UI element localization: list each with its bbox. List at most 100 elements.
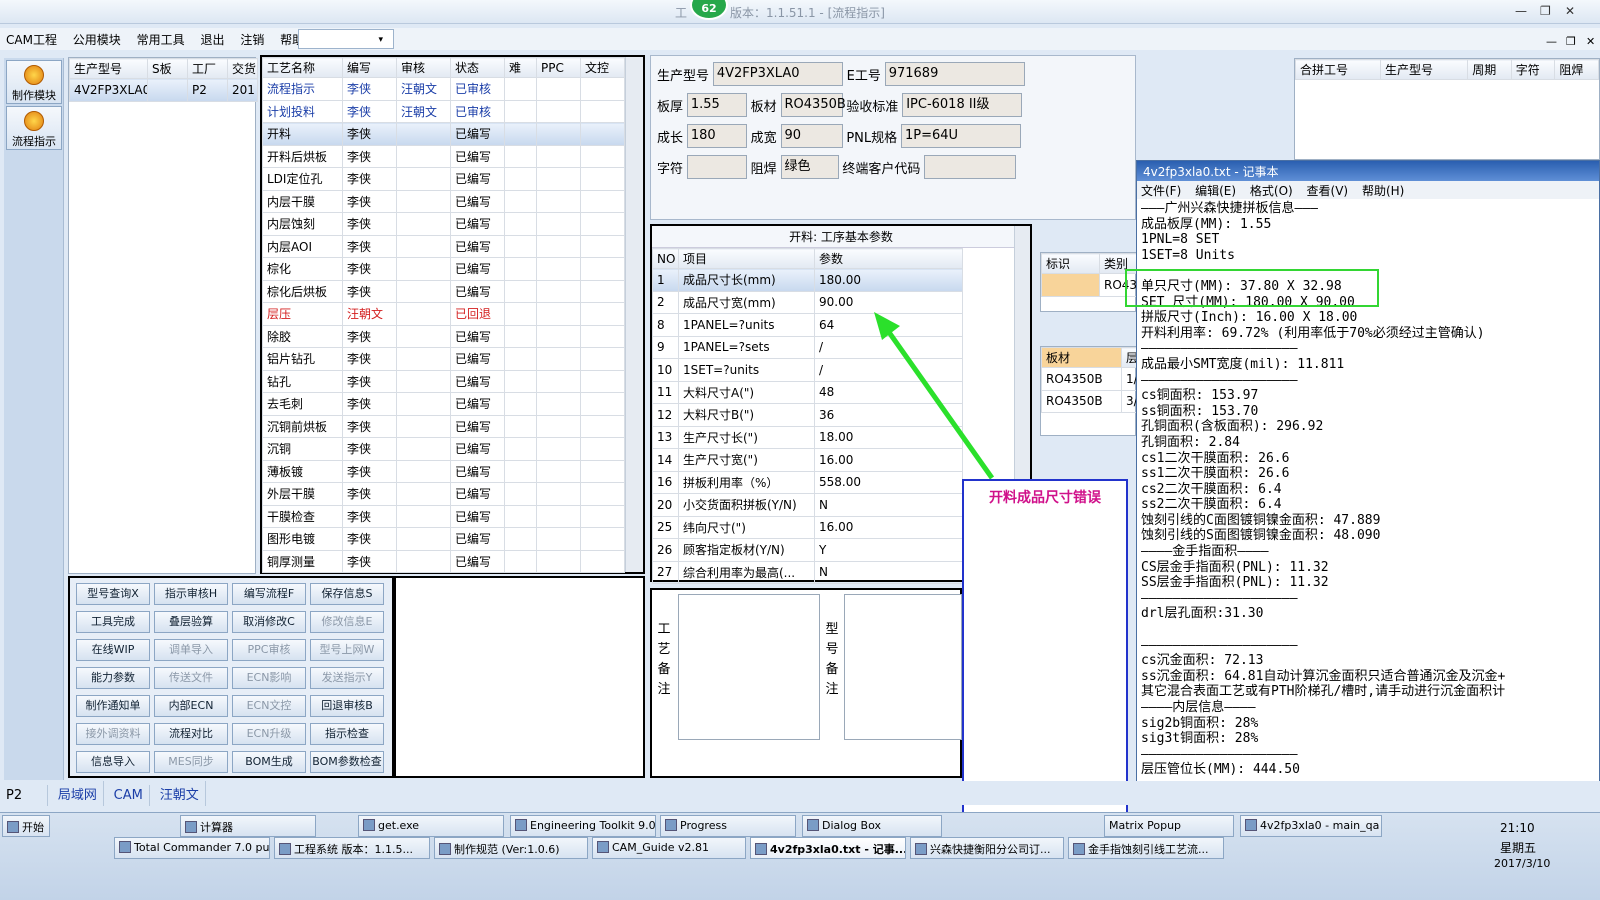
table-row[interactable]: 干膜检查 李侠 已编写	[262, 504, 625, 528]
taskbar-item-spec[interactable]: 制作规范 (Ver:1.0.6)	[434, 837, 588, 859]
table-row[interactable]: 26 顾客指定板材(Y/N) Y	[652, 538, 963, 562]
action-button[interactable]: 修改信息E	[310, 611, 384, 633]
table-row[interactable]: RO4350B 1/	[1041, 367, 1138, 391]
process-scrollbar[interactable]	[625, 57, 643, 572]
table-row[interactable]: 沉铜前烘板 李侠 已编写	[262, 414, 625, 438]
column-header[interactable]: 合拼工号	[1295, 59, 1381, 80]
table-row[interactable]: 1 成品尺寸长(mm) 180.00	[652, 268, 963, 292]
column-header[interactable]: 生产型号	[69, 58, 148, 79]
tab-cam[interactable]: CAM	[108, 785, 150, 806]
taskbar-item-order[interactable]: 兴森快捷衡阳分公司订...	[910, 837, 1064, 859]
table-row[interactable]: 计划投料 李侠 汪朝文 已审核	[262, 99, 625, 123]
action-button[interactable]: MES同步	[154, 751, 228, 773]
model-remark-input[interactable]	[844, 594, 962, 740]
notepad-menu-view[interactable]: 查看(V)	[1307, 184, 1349, 198]
action-button[interactable]: 能力参数	[76, 667, 150, 689]
notepad-menu-help[interactable]: 帮助(H)	[1362, 184, 1404, 198]
action-button[interactable]: 传送文件	[154, 667, 228, 689]
char-field[interactable]	[686, 155, 747, 179]
column-header[interactable]: 编写	[342, 57, 397, 78]
menu-tools[interactable]: 常用工具	[131, 28, 191, 51]
menu-combo[interactable]: ▾	[298, 29, 394, 49]
column-header[interactable]: 周期	[1467, 59, 1512, 80]
table-row[interactable]: 外层干膜 李侠 已编写	[262, 482, 625, 506]
sidebar-item-make-module[interactable]: 制作模块	[6, 60, 62, 104]
restore-button[interactable]: ❐	[1540, 4, 1551, 18]
column-header[interactable]: 难	[504, 57, 537, 78]
action-button[interactable]: 制作通知单	[76, 695, 150, 717]
column-header[interactable]: 项目	[678, 248, 815, 269]
table-row[interactable]: 铝片钻孔 李侠 已编写	[262, 347, 625, 371]
e-no-field[interactable]: 971689	[884, 62, 1025, 86]
taskbar-item-matrix[interactable]: Matrix Popup	[1104, 815, 1234, 837]
table-row[interactable]: 开料后烘板 李侠 已编写	[262, 144, 625, 168]
action-button[interactable]: ECN文控	[232, 695, 306, 717]
table-row[interactable]: 20 小交货面积拼板(Y/N) N	[652, 493, 963, 517]
column-header[interactable]: 字符	[1510, 59, 1556, 80]
column-header[interactable]: S板	[147, 58, 188, 79]
column-header[interactable]: 标识	[1041, 253, 1100, 274]
taskbar-item-dialog[interactable]: Dialog Box	[802, 815, 942, 837]
column-header[interactable]: 板材	[1041, 347, 1122, 368]
notepad-menu-format[interactable]: 格式(O)	[1250, 184, 1293, 198]
table-row[interactable]: 内层蚀刻 李侠 已编写	[262, 212, 625, 236]
menu-exit[interactable]: 退出	[194, 28, 230, 51]
table-row[interactable]: RO4350B 3/	[1041, 389, 1138, 413]
length-field[interactable]: 180	[686, 124, 747, 148]
notepad-menu-file[interactable]: 文件(F)	[1141, 184, 1181, 198]
action-button[interactable]: ECN升级	[232, 723, 306, 745]
action-button[interactable]: PPC审核	[232, 639, 306, 661]
action-button[interactable]: 回退审核B	[310, 695, 384, 717]
table-row[interactable]: 铜厚测量 李侠 已编写	[262, 549, 625, 573]
column-header[interactable]: PPC	[536, 57, 581, 78]
action-button[interactable]: 编写流程F	[232, 583, 306, 605]
action-button[interactable]: 流程对比	[154, 723, 228, 745]
standard-field[interactable]: IPC-6018 II级	[902, 93, 1023, 117]
menu-public[interactable]: 公用模块	[67, 28, 127, 51]
customer-code-field[interactable]	[924, 155, 1017, 179]
column-header[interactable]: 状态	[450, 57, 505, 78]
table-row[interactable]: LDI定位孔 李侠 已编写	[262, 167, 625, 191]
craft-remark-input[interactable]	[678, 594, 820, 740]
thickness-field[interactable]: 1.55	[686, 93, 747, 117]
action-button[interactable]: 发送指示Y	[310, 667, 384, 689]
column-header[interactable]: 工艺名称	[262, 57, 343, 78]
table-row[interactable]: 钻孔 李侠 已编写	[262, 369, 625, 393]
action-button[interactable]: 保存信息S	[310, 583, 384, 605]
column-header[interactable]: 文控	[580, 57, 625, 78]
action-button[interactable]: 调单导入	[154, 639, 228, 661]
table-row[interactable]: 图形电镀 李侠 已编写	[262, 527, 625, 551]
solder-mask-field[interactable]: 绿色	[780, 155, 839, 179]
table-row[interactable]: 流程指示 李侠 汪朝文 已审核	[262, 77, 625, 101]
table-row[interactable]: 棕化 李侠 已编写	[262, 257, 625, 281]
column-header[interactable]: 交货	[227, 58, 258, 79]
table-row[interactable]: 除胶 李侠 已编写	[262, 324, 625, 348]
action-button[interactable]: BOM生成	[232, 751, 306, 773]
notepad-title[interactable]: 4v2fp3xla0.txt - 记事本	[1137, 161, 1599, 181]
taskbar-item-guide[interactable]: CAM_Guide v2.81	[592, 837, 746, 859]
action-button[interactable]: 工具完成	[76, 611, 150, 633]
action-button[interactable]: 指示审核H	[154, 583, 228, 605]
action-button[interactable]: ECN影响	[232, 667, 306, 689]
taskbar-item-eng[interactable]: 工程系统 版本：1.1.5...	[274, 837, 430, 859]
notepad-window[interactable]: 4v2fp3xla0.txt - 记事本 文件(F) 编辑(E) 格式(O) 查…	[1125, 160, 1600, 788]
pnl-field[interactable]: 1P=64U	[900, 124, 1021, 148]
sidebar-item-flow[interactable]: 流程指示	[6, 106, 62, 150]
start-button[interactable]: 开始	[2, 815, 50, 837]
taskbar-item-goldfinger[interactable]: 金手指蚀刻引线工艺流...	[1068, 837, 1224, 859]
taskbar-item-get[interactable]: get.exe	[358, 815, 504, 837]
action-button[interactable]: 指示检查	[310, 723, 384, 745]
prod-model-field[interactable]: 4V2FP3XLA0	[712, 62, 843, 86]
close-button[interactable]: ✕	[1565, 4, 1575, 18]
material-field[interactable]: RO4350B	[780, 93, 846, 117]
action-button[interactable]: 取消修改C	[232, 611, 306, 633]
menu-cam[interactable]: CAM工程	[0, 28, 63, 51]
table-row[interactable]: 棕化后烘板 李侠 已编写	[262, 279, 625, 303]
column-header[interactable]: 阻焊	[1554, 59, 1599, 80]
action-button[interactable]: 叠层验算	[154, 611, 228, 633]
column-header[interactable]: 工厂	[187, 58, 228, 79]
taskbar-item-progress[interactable]: Progress	[660, 815, 796, 837]
table-row[interactable]: RO43	[1041, 273, 1138, 297]
taskbar-item-notepad[interactable]: 4v2fp3xla0.txt - 记事...	[750, 837, 906, 859]
width-field[interactable]: 90	[780, 124, 843, 148]
